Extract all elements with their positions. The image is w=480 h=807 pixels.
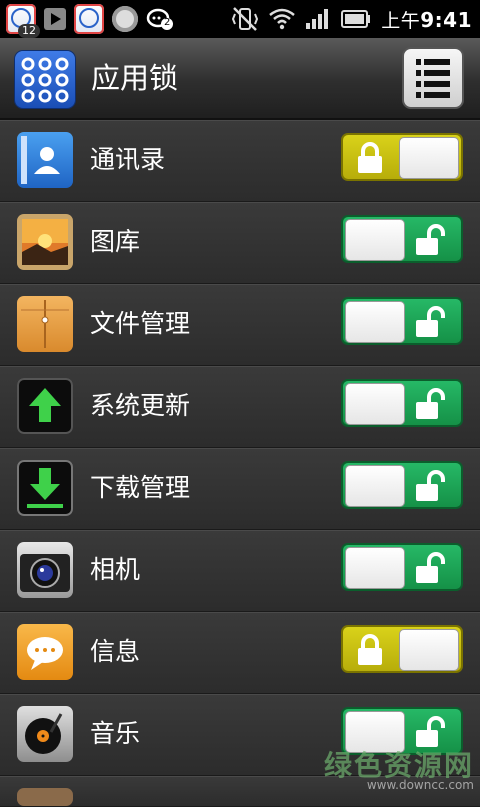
lock-closed-icon <box>358 142 382 173</box>
list-item[interactable]: 相机 <box>0 530 480 612</box>
toggle-knob[interactable] <box>399 137 459 179</box>
lock-toggle[interactable] <box>341 625 463 673</box>
list-item[interactable]: 音乐 <box>0 694 480 776</box>
lock-toggle[interactable] <box>341 215 463 263</box>
app-header: 应用锁 <box>0 38 480 120</box>
lock-open-icon <box>416 224 445 255</box>
app-notification-icon: 12 <box>6 4 40 38</box>
lock-open-icon <box>416 306 445 337</box>
clock-time: 9:41 <box>420 7 472 32</box>
record-icon <box>112 6 138 32</box>
lock-closed-icon <box>358 634 382 665</box>
list-item-partial[interactable] <box>0 776 480 807</box>
toggle-knob[interactable] <box>345 301 405 343</box>
system-indicators: 上午9:41 <box>231 6 480 33</box>
lock-open-icon <box>416 388 445 419</box>
toggle-knob[interactable] <box>399 629 459 671</box>
signal-icon <box>306 9 329 29</box>
list-item[interactable]: 文件管理 <box>0 284 480 366</box>
app-lock-list: 通讯录 图库 文件管理 系统更新 下载管理 相机 信息 音乐 <box>0 120 480 807</box>
pattern-grid-icon <box>15 51 75 108</box>
toggle-knob[interactable] <box>345 711 405 753</box>
camera-icon <box>17 542 73 598</box>
lock-open-icon <box>416 716 445 747</box>
play-store-icon <box>44 8 66 30</box>
lock-toggle[interactable] <box>341 461 463 509</box>
toggle-knob[interactable] <box>345 547 405 589</box>
toggle-knob[interactable] <box>345 465 405 507</box>
app-name: 音乐 <box>90 719 141 748</box>
app-notification-icon-2 <box>74 4 104 34</box>
app-icon-partial <box>17 788 73 806</box>
app-name: 文件管理 <box>90 309 191 338</box>
vibrate-off-icon <box>232 7 259 31</box>
download-icon <box>17 460 73 516</box>
list-item[interactable]: 下载管理 <box>0 448 480 530</box>
lock-toggle[interactable] <box>341 543 463 591</box>
toggle-knob[interactable] <box>345 219 405 261</box>
gallery-icon <box>17 214 73 270</box>
clock: 上午9:41 <box>381 6 472 33</box>
app-name: 图库 <box>90 227 141 256</box>
list-item[interactable]: 系统更新 <box>0 366 480 448</box>
app-name: 通讯录 <box>90 145 166 174</box>
update-arrow-icon <box>17 378 73 434</box>
lock-toggle[interactable] <box>341 707 463 755</box>
clock-am-pm: 上午 <box>381 9 421 32</box>
app-name: 下载管理 <box>90 473 191 502</box>
chat-icon: 2 <box>146 7 174 31</box>
contacts-icon <box>17 132 73 188</box>
battery-icon <box>341 10 371 28</box>
lock-toggle[interactable] <box>341 297 463 345</box>
music-icon <box>17 706 73 762</box>
app-name: 信息 <box>90 637 141 666</box>
message-icon <box>17 624 73 680</box>
notification-icons: 12 2 <box>0 0 174 38</box>
notification-count-badge: 12 <box>18 24 40 38</box>
lock-toggle[interactable] <box>341 133 463 181</box>
wifi-icon <box>269 8 296 30</box>
list-item[interactable]: 信息 <box>0 612 480 694</box>
page-title: 应用锁 <box>91 61 179 95</box>
lock-toggle[interactable] <box>341 379 463 427</box>
app-name: 系统更新 <box>90 391 191 420</box>
list-item[interactable]: 通讯录 <box>0 120 480 202</box>
lock-open-icon <box>416 552 445 583</box>
folder-icon <box>17 296 73 352</box>
lock-open-icon <box>416 470 445 501</box>
app-name: 相机 <box>90 555 141 584</box>
chat-count-badge: 2 <box>164 17 171 28</box>
menu-list-icon <box>416 58 450 65</box>
menu-button[interactable] <box>402 47 464 109</box>
toggle-knob[interactable] <box>345 383 405 425</box>
status-bar: 12 2 上午9:41 <box>0 0 480 38</box>
list-item[interactable]: 图库 <box>0 202 480 284</box>
